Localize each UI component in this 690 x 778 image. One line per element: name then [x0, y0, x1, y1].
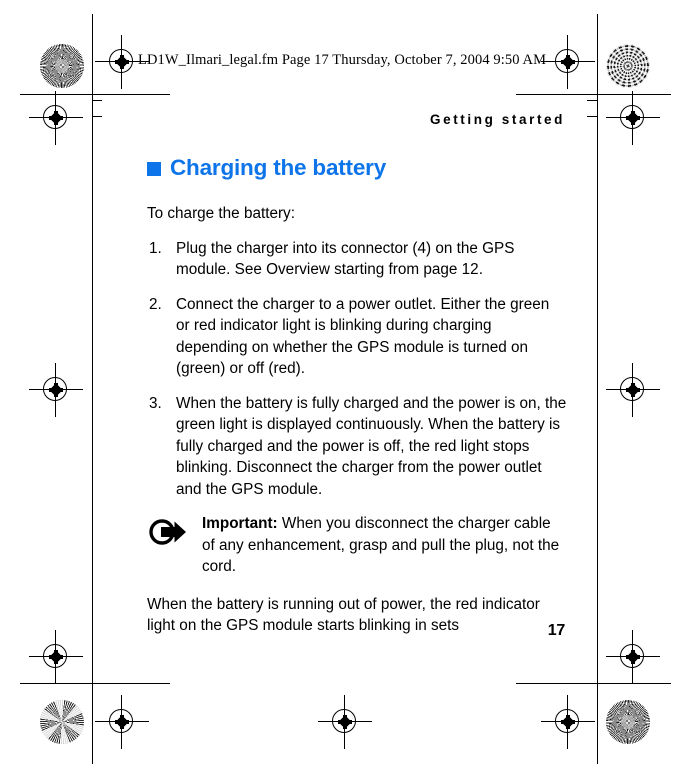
page-title: Charging the battery: [147, 155, 567, 181]
page-number: 17: [547, 622, 566, 639]
intro-paragraph: To charge the battery:: [147, 205, 295, 222]
note-arrow-icon: [148, 513, 190, 578]
square-bullet-icon: [147, 162, 161, 176]
list-item: Connect the charger to a power outlet. E…: [149, 294, 550, 378]
page-content: Charging the battery To charge the batte…: [147, 155, 567, 650]
manual-page: Getting started Charging the battery To …: [0, 0, 690, 778]
list-item: Plug the charger into its connector (4) …: [149, 238, 515, 279]
page-title-text: Charging the battery: [170, 155, 387, 180]
running-head: Getting started: [429, 112, 565, 127]
steps-list: Plug the charger into its connector (4) …: [147, 238, 567, 501]
list-item: When the battery is fully charged and th…: [149, 393, 567, 498]
important-note-text: Important: When you disconnect the charg…: [202, 513, 567, 578]
important-note-label: Important:: [202, 515, 278, 532]
closing-paragraph: When the battery is running out of power…: [147, 595, 540, 635]
important-note: Important: When you disconnect the charg…: [148, 513, 567, 578]
